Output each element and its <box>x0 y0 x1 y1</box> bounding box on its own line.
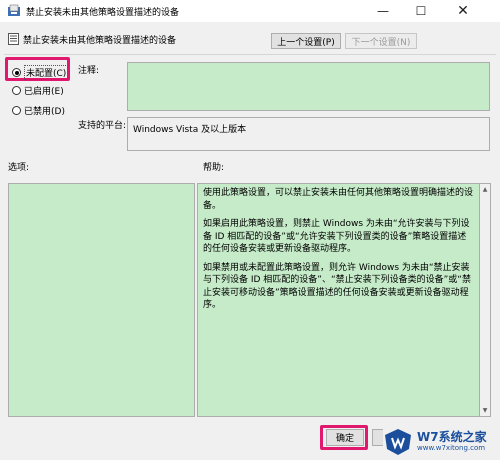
options-pane <box>8 183 195 417</box>
scroll-up-arrow-icon[interactable]: ▲ <box>481 186 489 193</box>
title-bar: 禁止安装未由其他策略设置描述的设备 — ☐ ✕ <box>0 0 500 22</box>
radio-enabled[interactable]: 已启用(E) <box>12 84 64 97</box>
watermark-brand: W7系统之家 <box>417 430 487 444</box>
help-paragraph: 如果禁用或未配置此策略设置，则允许 Windows 为未由“禁止安装与下列设备 … <box>203 262 471 311</box>
platform-field: Windows Vista 及以上版本 <box>127 117 490 151</box>
radio-button[interactable] <box>12 106 21 115</box>
minimize-button[interactable]: — <box>366 0 400 22</box>
help-paragraph: 如果启用此策略设置，则禁止 Windows 为未由“允许安装与下列设备 ID 相… <box>203 219 470 254</box>
radio-disabled[interactable]: 已禁用(D) <box>12 104 65 117</box>
setting-title: 禁止安装未由其他策略设置描述的设备 <box>23 36 177 46</box>
w7-logo-icon <box>385 429 411 455</box>
radio-not-configured[interactable]: 未配置(C) <box>12 65 69 80</box>
radio-label: 已禁用(D) <box>24 107 65 117</box>
comment-textarea[interactable] <box>127 62 490 111</box>
radio-label: 未配置(C) <box>24 65 69 80</box>
watermark-site: www.w7xitong.com <box>417 444 486 452</box>
help-paragraph: 使用此策略设置，可以禁止安装未由任何其他策略设置明确描述的设备。 <box>203 188 474 211</box>
watermark: W7系统之家 www.w7xitong.com <box>383 424 500 460</box>
help-pane: 使用此策略设置，可以禁止安装未由任何其他策略设置明确描述的设备。 如果启用此策略… <box>197 183 480 417</box>
radio-label: 已启用(E) <box>24 87 64 97</box>
radio-button-selected[interactable] <box>12 68 21 77</box>
separator <box>4 54 496 55</box>
help-scrollbar[interactable]: ▲ ▼ <box>480 183 491 417</box>
policy-document-icon <box>8 33 19 45</box>
policy-settings-icon <box>8 4 20 16</box>
scroll-down-arrow-icon[interactable]: ▼ <box>481 407 489 414</box>
next-setting-button[interactable]: 下一个设置(N) <box>345 33 417 49</box>
options-label: 选项: <box>8 163 30 173</box>
platform-label: 支持的平台: <box>78 121 127 131</box>
window-title: 禁止安装未由其他策略设置描述的设备 <box>26 8 180 18</box>
ok-button[interactable]: 确定 <box>326 429 364 446</box>
maximize-button[interactable]: ☐ <box>404 0 438 22</box>
close-button[interactable]: ✕ <box>446 0 480 22</box>
radio-button[interactable] <box>12 86 21 95</box>
help-label: 帮助: <box>203 163 225 173</box>
previous-setting-button[interactable]: 上一个设置(P) <box>271 33 341 49</box>
comment-label: 注释: <box>78 66 100 76</box>
